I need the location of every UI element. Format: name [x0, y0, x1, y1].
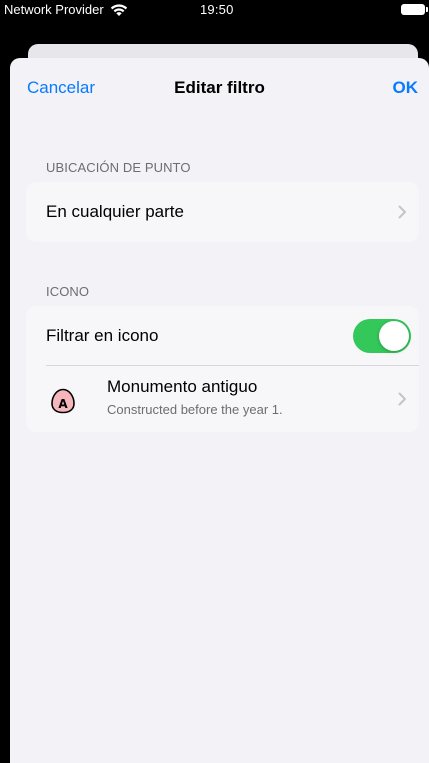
icon-text-block: Monumento antiguo Constructed before the…	[107, 376, 283, 419]
ok-button[interactable]: OK	[393, 78, 419, 98]
icon-section-header: ICONO	[46, 284, 90, 299]
svg-text:A: A	[58, 397, 68, 411]
icon-selection-row[interactable]: A Monumento antiguo Constructed before t…	[26, 366, 419, 432]
battery-icon	[401, 4, 428, 15]
chevron-right-icon	[398, 205, 406, 219]
carrier-info: Network Provider	[4, 2, 128, 17]
toggle-knob	[379, 321, 409, 351]
filter-by-icon-row: Filtrar en icono	[26, 306, 419, 366]
icon-title: Monumento antiguo	[107, 377, 258, 396]
status-time: 19:50	[200, 2, 234, 17]
icon-group: Filtrar en icono A Monumento antiguo Con…	[26, 306, 419, 432]
location-row[interactable]: En cualquier parte	[26, 182, 419, 242]
chevron-right-icon	[398, 392, 406, 406]
navigation-bar: Cancelar Editar filtro OK	[10, 58, 429, 118]
wifi-icon	[110, 3, 127, 16]
icon-subtitle: Constructed before the year 1.	[107, 402, 283, 417]
location-group: En cualquier parte	[26, 182, 419, 242]
page-title: Editar filtro	[174, 78, 265, 97]
edit-filter-sheet: Cancelar Editar filtro OK UBICACIÓN DE P…	[10, 58, 429, 763]
status-bar: Network Provider 19:50	[0, 0, 429, 44]
location-section-header: UBICACIÓN DE PUNTO	[46, 160, 191, 175]
location-value: En cualquier parte	[46, 202, 184, 221]
carrier-label: Network Provider	[4, 2, 104, 17]
filter-by-icon-label: Filtrar en icono	[46, 326, 159, 345]
ancient-monument-icon: A	[51, 388, 75, 414]
filter-by-icon-toggle[interactable]	[353, 319, 411, 353]
